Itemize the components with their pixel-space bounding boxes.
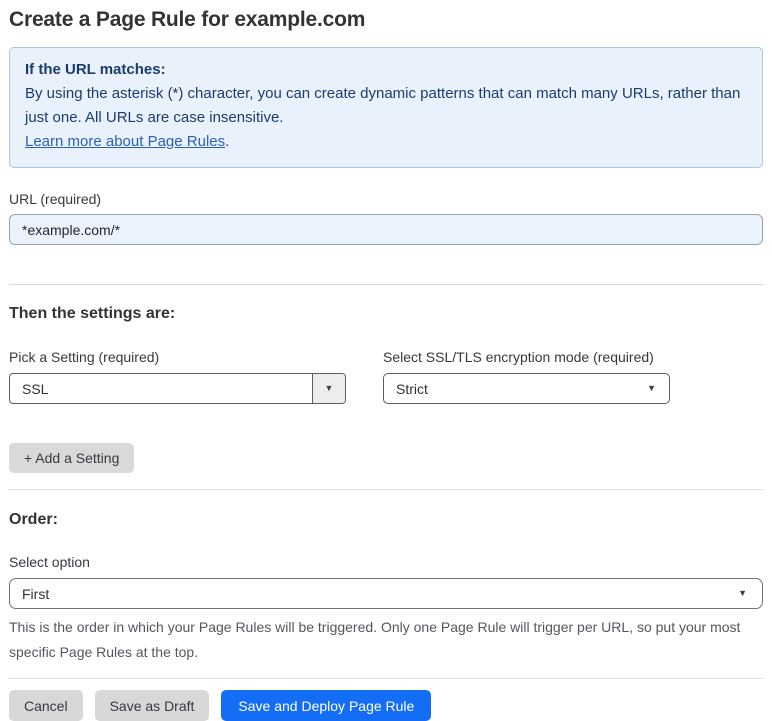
save-as-draft-button[interactable]: Save as Draft bbox=[94, 690, 210, 721]
divider bbox=[9, 489, 763, 490]
ssl-mode-column: Select SSL/TLS encryption mode (required… bbox=[383, 349, 670, 404]
setting-picker-arrow-button[interactable]: ▼ bbox=[312, 374, 345, 403]
ssl-mode-label: Select SSL/TLS encryption mode (required… bbox=[383, 349, 654, 365]
setting-picker-label: Pick a Setting (required) bbox=[9, 349, 160, 365]
settings-row: Pick a Setting (required) SSL ▼ Select S… bbox=[9, 349, 763, 404]
order-select[interactable]: First ▼ bbox=[9, 578, 763, 609]
chevron-down-icon: ▼ bbox=[647, 383, 656, 393]
info-box-heading: If the URL matches: bbox=[25, 61, 166, 78]
order-help-text: This is the order in which your Page Rul… bbox=[9, 619, 741, 660]
chevron-down-icon: ▼ bbox=[324, 383, 334, 393]
order-select-label: Select option bbox=[9, 554, 90, 570]
ssl-mode-value: Strict bbox=[396, 380, 428, 397]
page-rule-form: Create a Page Rule for example.com If th… bbox=[0, 0, 772, 721]
url-input[interactable] bbox=[9, 214, 763, 245]
setting-picker-column: Pick a Setting (required) SSL ▼ bbox=[9, 349, 346, 404]
order-section-heading: Order: bbox=[9, 511, 58, 528]
settings-section-heading: Then the settings are: bbox=[9, 305, 176, 322]
order-select-value: First bbox=[22, 585, 50, 602]
setting-picker-value: SSL bbox=[22, 380, 49, 397]
divider bbox=[9, 678, 763, 679]
cancel-button[interactable]: Cancel bbox=[9, 690, 83, 721]
save-and-deploy-button[interactable]: Save and Deploy Page Rule bbox=[221, 690, 432, 721]
setting-picker-select[interactable]: SSL ▼ bbox=[9, 373, 346, 404]
page-title: Create a Page Rule for example.com bbox=[9, 8, 366, 31]
ssl-mode-select[interactable]: Strict ▼ bbox=[383, 373, 670, 404]
chevron-down-icon: ▼ bbox=[738, 588, 747, 598]
add-setting-button[interactable]: + Add a Setting bbox=[9, 443, 135, 473]
info-box-link-line: Learn more about Page Rules. bbox=[25, 130, 747, 154]
footer-actions: Cancel Save as Draft Save and Deploy Pag… bbox=[9, 690, 763, 721]
link-period: . bbox=[225, 133, 230, 150]
url-field-label: URL (required) bbox=[9, 191, 102, 207]
url-match-info-box: If the URL matches: By using the asteris… bbox=[9, 47, 763, 168]
divider bbox=[9, 284, 763, 285]
learn-more-link[interactable]: Learn more about Page Rules bbox=[25, 133, 225, 150]
info-box-body: By using the asterisk (*) character, you… bbox=[25, 85, 741, 126]
